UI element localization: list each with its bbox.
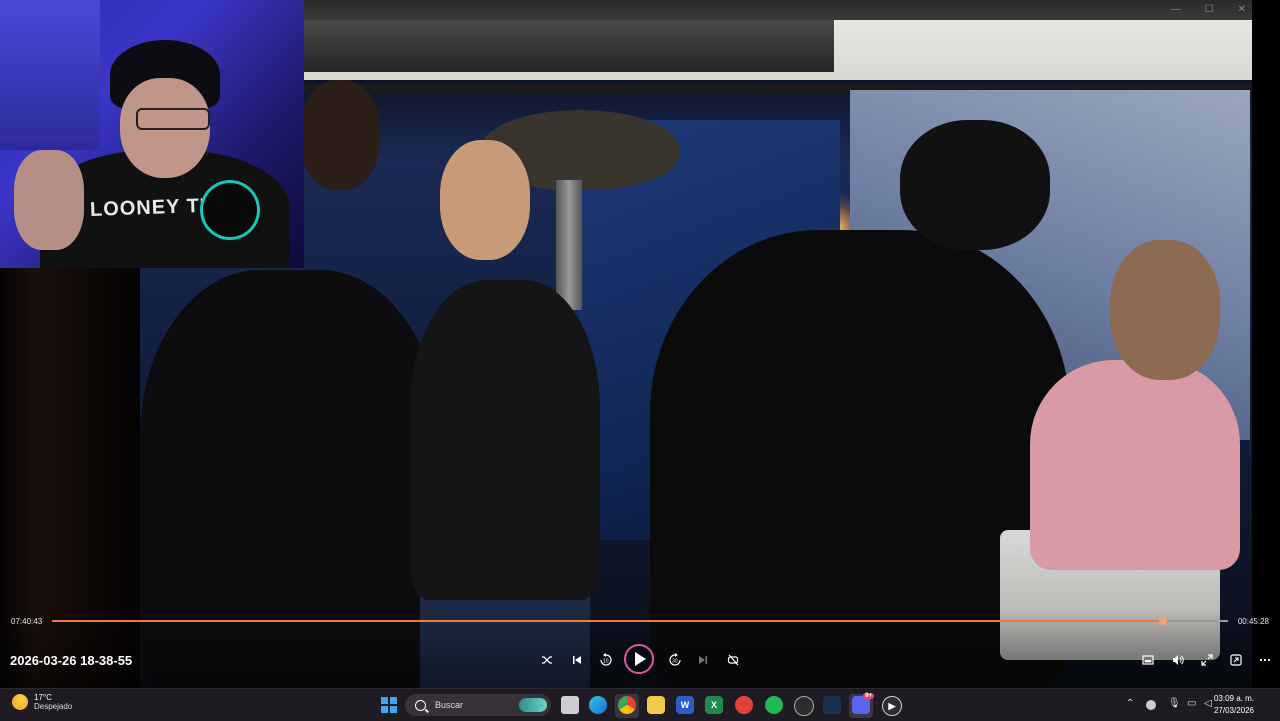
forward-button[interactable]: 30 [663,648,687,672]
edge-icon[interactable] [589,696,607,714]
scene-person-tshirt-head [440,140,530,260]
scene-person-tshirt [410,280,600,600]
play-icon [635,652,646,666]
excel-icon[interactable]: X [705,696,723,714]
scene-person-black-shirt-head [900,120,1050,250]
more-icon [1259,658,1271,662]
scene-heater-pole [556,180,582,310]
app-overlay-icon[interactable] [794,696,814,716]
more-button[interactable] [1253,648,1277,672]
scene-person-jacket-head [300,80,380,190]
taskbar-clock[interactable]: 03:09 a. m. 27/03/2026 [1214,693,1254,717]
weather-icon [12,694,28,710]
forward-30-icon: 30 [669,653,681,666]
app-red-icon[interactable] [735,696,753,714]
taskview-icon[interactable] [561,696,579,714]
player-controls: 07:40:43 00:45:28 2026-03-26 18-38-55 10… [0,608,1280,688]
taskbar-search[interactable]: Buscar [405,694,551,716]
maximize-icon[interactable]: ☐ [1205,4,1214,15]
miniplayer-button[interactable] [1136,648,1160,672]
letterbox-right [1252,0,1280,688]
search-icon [415,699,426,711]
next-icon [699,656,707,664]
scene-ceiling-beam [304,20,834,72]
shuffle-button[interactable] [535,648,559,672]
svg-text:10: 10 [603,659,609,665]
play-button[interactable] [624,644,654,674]
minimize-icon[interactable]: — [1171,4,1181,15]
fullscreen-icon [1201,654,1213,666]
webcam-wall [0,0,100,150]
start-button[interactable] [381,697,397,713]
chrome-icon[interactable] [618,696,636,714]
steam-icon[interactable] [823,696,841,714]
shuffle-icon [542,656,552,664]
media-player-icon[interactable]: ▶ [882,696,902,716]
seek-bar-progress [52,620,1163,622]
close-icon[interactable]: ✕ [1238,4,1246,15]
scene-person-pink-shirt-head [1110,240,1220,380]
webcam-hand [14,150,84,250]
file-explorer-icon[interactable] [647,696,665,714]
pip-button[interactable] [1224,648,1248,672]
next-button[interactable] [691,648,715,672]
elapsed-time: 07:40:43 [11,617,43,626]
microphone-tray-icon[interactable]: 🎙 [1168,698,1181,709]
search-placeholder: Buscar [435,700,464,710]
weather-widget[interactable]: 17°C Despejado [12,693,72,711]
weather-temperature: 17°C [34,693,52,702]
remaining-time: 00:45:28 [1237,617,1269,626]
window-controls: — ☐ ✕ [1171,4,1246,15]
weather-description: Despejado [34,702,73,711]
repeat-button[interactable] [721,648,745,672]
microphone-icon [200,180,260,240]
seek-bar[interactable] [52,617,1228,625]
previous-button[interactable] [565,648,589,672]
discord-icon[interactable]: 9+ [852,693,874,714]
clock-date: 27/03/2026 [1213,706,1254,715]
seek-bar-thumb[interactable] [1158,617,1167,625]
repeat-icon [727,654,739,666]
taskbar: 17°C Despejado Buscar W X 9+ ▶ ⌃ 🎙 ▭ ◁ 0… [0,688,1280,721]
rewind-button[interactable]: 10 [594,648,618,672]
volume-icon [1173,655,1184,665]
spotify-icon[interactable] [765,696,783,714]
picture-in-picture-icon [1230,654,1242,666]
rewind-10-icon: 10 [600,653,612,666]
speaker-icon[interactable]: ◁ [1204,698,1212,709]
miniplayer-icon [1142,655,1154,665]
scene-person-pink-shirt [1030,360,1240,570]
word-icon[interactable]: W [676,696,694,714]
tray-chevron-icon[interactable]: ⌃ [1126,698,1134,709]
previous-icon [573,656,581,664]
webcam-glasses [136,108,210,130]
fullscreen-button[interactable] [1195,648,1219,672]
windows-logo-icon [381,697,388,704]
search-highlight-icon [519,698,547,712]
network-icon[interactable]: ▭ [1187,698,1196,709]
volume-button[interactable] [1166,648,1190,672]
discord-badge: 9+ [863,693,874,699]
webcam-overlay: LOONEY TUNES [0,0,304,268]
media-title: 2026-03-26 18-38-55 [10,653,133,668]
clock-time: 03:09 a. m. [1213,694,1254,703]
tray-app-icon[interactable] [1146,700,1156,710]
svg-text:30: 30 [672,659,678,665]
